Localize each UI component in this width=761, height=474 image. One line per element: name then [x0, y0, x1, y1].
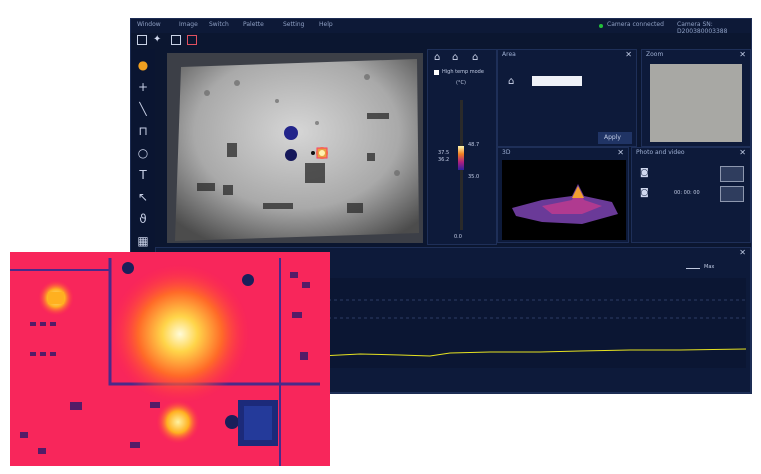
chart-legend-label: Max — [704, 264, 715, 270]
ellipse-icon[interactable]: ○ — [135, 145, 151, 161]
thermal-photo — [10, 252, 330, 466]
area-input[interactable] — [532, 76, 582, 86]
scale-bottom-label: 0.0 — [454, 234, 462, 240]
zoom-panel: Zoom ✕ — [641, 49, 751, 147]
thermal-image-view[interactable] — [167, 53, 423, 243]
menu-palette[interactable]: Palette — [243, 21, 264, 28]
area-title: Area — [502, 51, 516, 58]
fullscreen-icon[interactable] — [137, 35, 147, 45]
apply-button-label: Apply — [604, 134, 621, 141]
photo-button[interactable] — [720, 166, 744, 182]
3d-panel: 3D ✕ — [497, 147, 629, 243]
menu-help[interactable]: Help — [319, 21, 333, 28]
connection-status: Camera connected — [607, 21, 664, 28]
text-icon[interactable]: T — [135, 167, 151, 183]
measure-icon[interactable]: ✦ — [153, 35, 163, 45]
close-icon[interactable]: ✕ — [617, 148, 624, 157]
close-icon[interactable]: ✕ — [625, 50, 632, 59]
select-arrow-icon[interactable]: ↖ — [135, 189, 151, 205]
video-button[interactable] — [720, 186, 744, 202]
video-icon[interactable]: ◙ — [640, 188, 649, 198]
toolbar: ✦ — [131, 33, 751, 47]
line-icon[interactable]: ╲ — [135, 101, 151, 117]
camera-icon-1[interactable]: ⌂ — [434, 52, 440, 63]
legend-line — [686, 268, 700, 269]
menu-setting[interactable]: Setting — [283, 21, 304, 28]
photo-video-title: Photo and video — [636, 149, 685, 156]
thermal-photo-overlay — [10, 252, 330, 466]
grid-icon[interactable] — [171, 35, 181, 45]
palette-icon[interactable]: ● — [135, 57, 151, 73]
thermal-image-canvas — [167, 53, 423, 243]
menu-window[interactable]: Window — [137, 21, 161, 28]
video-timer: 00: 00: 00 — [674, 190, 700, 196]
menu-switch[interactable]: Switch — [209, 21, 229, 28]
3d-surface-plot — [502, 160, 626, 240]
marker-top-label: 48.7 — [468, 142, 480, 148]
grid-view-icon[interactable]: ▦ — [135, 233, 151, 249]
point-icon[interactable]: + — [135, 79, 151, 95]
temperature-scale-panel: ⌂ ⌂ ⌂ High temp mode (°C) 48.7 35.0 37.5… — [427, 49, 497, 245]
close-icon[interactable]: ✕ — [739, 148, 746, 157]
eraser-icon[interactable]: ϑ — [135, 211, 151, 227]
apply-button[interactable]: Apply — [598, 132, 632, 144]
connection-status-dot — [599, 24, 603, 28]
zoom-preview — [650, 64, 742, 142]
rectangle-icon[interactable]: ⊓ — [135, 123, 151, 139]
area-panel: Area ✕ ⌂ Apply — [497, 49, 637, 147]
photo-video-panel: Photo and video ✕ ◙ ◙ 00: 00: 00 — [631, 147, 751, 243]
unit-label: (°C) — [456, 80, 466, 86]
close-icon[interactable]: ✕ — [739, 248, 746, 257]
color-scale-bar — [458, 146, 464, 170]
record-icon[interactable] — [187, 35, 197, 45]
camera-icon-3[interactable]: ⌂ — [472, 52, 478, 63]
marker-left-top: 37.5 — [438, 150, 450, 156]
camera-icon-2[interactable]: ⌂ — [452, 52, 458, 63]
photo-icon[interactable]: ◙ — [640, 168, 649, 178]
menu-image[interactable]: Image — [179, 21, 198, 28]
close-icon[interactable]: ✕ — [739, 50, 746, 59]
marker-left-bottom: 36.2 — [438, 157, 450, 163]
3d-title: 3D — [502, 149, 511, 156]
marker-bottom-label: 35.0 — [468, 174, 480, 180]
zoom-title: Zoom — [646, 51, 664, 58]
high-temp-label: High temp mode — [442, 69, 484, 75]
area-camera-icon: ⌂ — [508, 76, 515, 87]
menu-bar: Window Image Switch Palette Setting Help… — [131, 19, 751, 35]
high-temp-checkbox[interactable] — [434, 70, 439, 75]
